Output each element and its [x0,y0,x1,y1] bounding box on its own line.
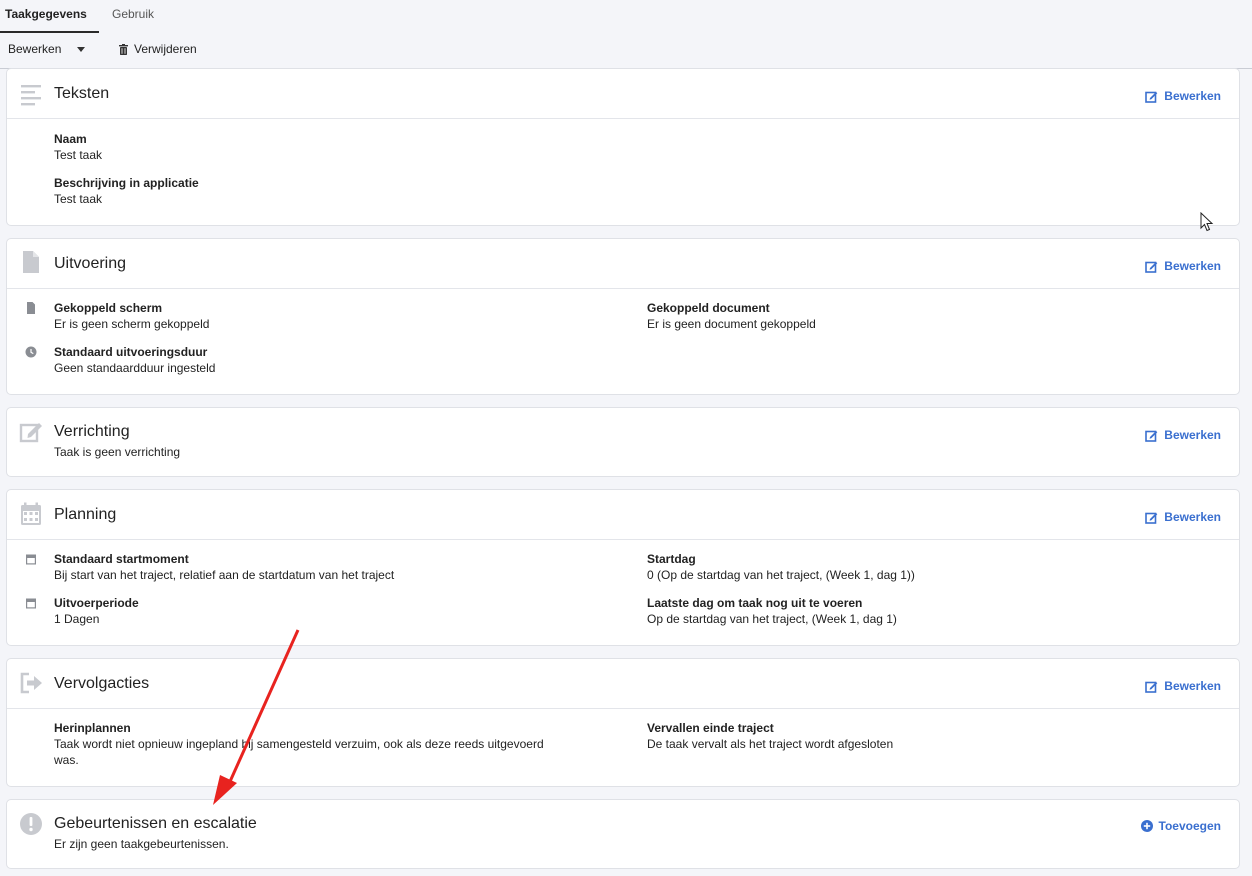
edit-label: Bewerken [1164,428,1221,442]
section-teksten: Teksten Bewerken Naam Test taak Beschrij… [6,68,1240,226]
field-label-gekoppeld-scherm: Gekoppeld scherm [54,301,163,315]
section-title: Teksten [54,85,110,102]
field-label-naam: Naam [54,132,87,146]
field-label-laatste-dag: Laatste dag om taak nog uit te voeren [647,596,863,610]
field-value-startmoment: Bij start van het traject, relatief aan … [54,568,395,582]
edit-label: Bewerken [1164,510,1221,524]
field-value-uitvoeringsduur: Geen standaardduur ingesteld [54,361,216,375]
add-event-link[interactable]: Toevoegen [1140,819,1221,833]
field-value-herinplannen-line1: Taak wordt niet opnieuw ingepland bij sa… [54,737,544,751]
section-title: Verrichting [54,423,130,440]
tab-bar: Taakgegevens Gebruik [0,0,1252,34]
divider [7,708,1239,709]
divider [7,118,1239,119]
edit-dropdown-button[interactable]: Bewerken [8,42,86,56]
edit-uitvoering-link[interactable]: Bewerken [1145,259,1221,273]
field-value-beschrijving: Test taak [54,192,103,206]
document-icon [23,251,39,273]
exclamation-circle-icon [20,813,42,835]
plus-circle-icon [1140,820,1153,832]
edit-teksten-link[interactable]: Bewerken [1145,89,1221,103]
divider [7,539,1239,540]
calendar-icon [21,502,41,525]
trash-icon [119,43,128,55]
edit-icon [1145,430,1158,442]
section-title: Planning [54,506,117,523]
edit-vervolgacties-link[interactable]: Bewerken [1145,679,1221,693]
clock-icon [25,346,37,358]
text-lines-icon [21,85,41,106]
edit-label: Bewerken [1164,89,1221,103]
divider [7,288,1239,289]
section-uitvoering: Uitvoering Bewerken Gekoppeld scherm Er … [6,238,1240,395]
section-title: Uitvoering [54,255,127,272]
edit-icon [1145,512,1158,524]
field-value-herinplannen-line2: was. [54,753,79,767]
field-value-uitvoerperiode: 1 Dagen [54,612,100,626]
field-value-vervallen: De taak vervalt als het traject wordt af… [647,737,894,751]
section-gebeurtenissen: Gebeurtenissen en escalatie Er zijn geen… [6,799,1240,869]
delete-button[interactable]: Verwijderen [119,42,197,56]
tab-taakgegevens[interactable]: Taakgegevens [5,7,87,21]
section-subtitle: Taak is geen verrichting [54,445,181,459]
edit-square-icon [19,423,42,443]
field-value-naam: Test taak [54,148,103,162]
delete-label: Verwijderen [134,42,197,56]
toolbar: Bewerken Verwijderen [0,33,1252,69]
calendar-small-icon [26,598,36,609]
field-label-uitvoeringsduur: Standaard uitvoeringsduur [54,345,208,359]
caret-down-icon [77,46,86,52]
edit-icon [1145,261,1158,273]
edit-label: Bewerken [1164,259,1221,273]
edit-verrichting-link[interactable]: Bewerken [1145,428,1221,442]
mouse-cursor-icon [1200,212,1214,232]
field-label-startdag: Startdag [647,552,696,566]
sign-out-icon [20,672,42,694]
calendar-small-icon [26,554,36,565]
section-title: Vervolgacties [54,675,150,692]
edit-icon [1145,91,1158,103]
field-value-gekoppeld-scherm: Er is geen scherm gekoppeld [54,317,210,331]
edit-label: Bewerken [1164,679,1221,693]
add-label: Toevoegen [1158,819,1221,833]
tab-gebruik[interactable]: Gebruik [112,7,154,21]
field-value-startdag: 0 (Op de startdag van het traject, (Week… [647,568,915,582]
document-small-icon [27,302,35,314]
field-label-uitvoerperiode: Uitvoerperiode [54,596,139,610]
field-value-gekoppeld-document: Er is geen document gekoppeld [647,317,816,331]
field-label-startmoment: Standaard startmoment [54,552,189,566]
field-label-vervallen: Vervallen einde traject [647,721,774,735]
section-planning: Planning Bewerken Standaard startmoment … [6,489,1240,646]
field-label-herinplannen: Herinplannen [54,721,131,735]
edit-dropdown-label: Bewerken [8,42,62,56]
edit-icon [1145,681,1158,693]
section-verrichting: Verrichting Taak is geen verrichting Bew… [6,407,1240,477]
section-title: Gebeurtenissen en escalatie [54,815,257,832]
section-vervolgacties: Vervolgacties Bewerken Herinplannen Taak… [6,658,1240,787]
field-label-gekoppeld-document: Gekoppeld document [647,301,770,315]
field-value-laatste-dag: Op de startdag van het traject, (Week 1,… [647,612,897,626]
edit-planning-link[interactable]: Bewerken [1145,510,1221,524]
field-label-beschrijving: Beschrijving in applicatie [54,176,199,190]
section-subtitle: Er zijn geen taakgebeurtenissen. [54,837,229,851]
